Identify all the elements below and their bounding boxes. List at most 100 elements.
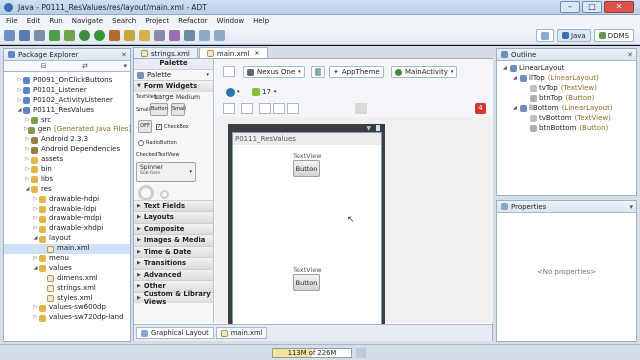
tree-item[interactable]: ▷ gen [Generated Java Files] — [4, 125, 131, 135]
menu-help[interactable]: Help — [253, 17, 269, 25]
new-icon[interactable] — [4, 30, 15, 41]
debug-icon[interactable] — [79, 30, 90, 41]
tvTop[interactable]: TextView — [293, 152, 322, 160]
palette-category-advanced[interactable]: ▶ Advanced — [134, 268, 213, 280]
collapsed-arrow-icon[interactable]: ▷ — [32, 303, 39, 313]
tree-item[interactable]: ▷ drawable-hdpi — [4, 195, 130, 205]
perspective-java[interactable]: Java — [556, 29, 591, 42]
tree-item[interactable]: ▷ Android 2.3.3 — [4, 135, 130, 145]
minimize-button[interactable]: – — [560, 1, 580, 13]
tree-item[interactable]: strings.xml — [4, 284, 130, 294]
collapsed-arrow-icon[interactable]: ▷ — [32, 214, 39, 224]
menu-navigate[interactable]: Navigate — [72, 17, 103, 25]
menu-run[interactable]: Run — [49, 17, 62, 25]
outline-item[interactable]: tvBottom (TextView) — [497, 113, 636, 123]
tvBottom[interactable]: TextView — [293, 266, 322, 274]
orientation-button[interactable] — [311, 66, 325, 78]
zoom-fit-icon[interactable] — [241, 103, 253, 114]
outline-item[interactable]: ◢ llBottom (LinearLayout) — [497, 103, 636, 113]
collapsed-arrow-icon[interactable]: ▷ — [24, 135, 31, 145]
collapsed-arrow-icon[interactable]: ▷ — [16, 96, 23, 106]
device-selector[interactable]: Nexus One ▾ — [243, 66, 305, 78]
btnBottom[interactable]: Button — [293, 274, 320, 291]
layout-actions-icon[interactable] — [223, 103, 235, 114]
tree-item[interactable]: ▷ src — [4, 116, 130, 126]
locale-selector[interactable]: ▾ — [223, 86, 243, 98]
tree-item[interactable]: ◢ P0111_ResValues — [4, 106, 130, 116]
garbage-collect-icon[interactable] — [356, 348, 366, 358]
expanded-arrow-icon[interactable]: ◢ — [32, 234, 39, 244]
palette-category-composite[interactable]: ▶ Composite — [134, 222, 213, 234]
external-tools-icon[interactable] — [109, 30, 120, 41]
heap-status[interactable]: 113M of 226M — [272, 348, 352, 358]
widget-radio-button[interactable]: RadioButton — [138, 139, 177, 146]
btnTop[interactable]: Button — [293, 160, 320, 177]
configuration-icon[interactable] — [223, 66, 235, 77]
tree-item[interactable]: ◢ layout — [4, 234, 130, 244]
widget-toggle-button[interactable]: OFF — [138, 119, 152, 133]
palette-category-custom-library-views[interactable]: ▶ Custom & Library Views — [134, 290, 213, 306]
outline-item[interactable]: btnTop (Button) — [497, 93, 636, 103]
tree-item[interactable]: ◢ values — [4, 264, 130, 274]
link-editor-icon[interactable]: ⇄ — [82, 62, 88, 70]
tree-item[interactable]: ▷ P0101_Listener — [4, 86, 130, 96]
widget-small-text[interactable]: Small — [136, 107, 150, 113]
collapsed-arrow-icon[interactable]: ▷ — [24, 175, 31, 185]
collapsed-arrow-icon[interactable]: ▷ — [16, 76, 23, 86]
back-icon[interactable] — [199, 30, 210, 41]
collapsed-arrow-icon[interactable]: ▷ — [24, 116, 31, 126]
zoom-real-icon[interactable] — [259, 103, 271, 114]
collapsed-arrow-icon[interactable]: ▷ — [32, 224, 39, 234]
widget-button[interactable]: Button — [150, 102, 168, 116]
collapsed-arrow-icon[interactable]: ▷ — [24, 145, 31, 155]
collapsed-arrow-icon[interactable]: ▷ — [32, 313, 39, 323]
tree-item[interactable]: dimens.xml — [4, 274, 130, 284]
expanded-arrow-icon[interactable]: ◢ — [24, 185, 31, 195]
search-icon[interactable] — [169, 30, 180, 41]
zoom-out-icon[interactable] — [287, 103, 299, 114]
palette-category-transitions[interactable]: ▶ Transitions — [134, 257, 213, 269]
maximize-button[interactable]: □ — [582, 1, 602, 13]
widget-spinner[interactable]: Spinner Sub Item ▾ — [136, 161, 196, 182]
menu-refactor[interactable]: Refactor — [178, 17, 207, 25]
run-icon[interactable] — [94, 30, 105, 41]
tree-item[interactable]: ▷ libs — [4, 175, 130, 185]
tree-item[interactable]: ▷ bin — [4, 165, 130, 175]
view-menu-icon[interactable]: ▾ — [123, 62, 127, 70]
widget-checked-textview[interactable]: CheckedTextView — [136, 152, 179, 158]
forward-icon[interactable] — [214, 30, 225, 41]
widget-medium-text[interactable]: Medium — [176, 94, 200, 101]
palette-category-images-media[interactable]: ▶ Images & Media — [134, 234, 213, 246]
activity-selector[interactable]: MainActivity ▾ — [391, 66, 458, 78]
palette-category-layouts[interactable]: ▶ Layouts — [134, 211, 213, 223]
expanded-arrow-icon[interactable]: ◢ — [513, 75, 520, 81]
annotation-icon[interactable] — [184, 30, 195, 41]
tree-item[interactable]: ▷ drawable-xhdpi — [4, 224, 130, 234]
outline-item[interactable]: btnBottom (Button) — [497, 123, 636, 133]
close-tab-icon[interactable]: ✕ — [255, 50, 260, 57]
open-perspective-button[interactable] — [535, 29, 554, 42]
palette-menu-icon[interactable]: ▾ — [206, 72, 209, 78]
lint-warnings-icon[interactable]: 4 — [475, 103, 486, 114]
perspective-ddms[interactable]: DDMS — [593, 29, 634, 42]
zoom-in-icon[interactable] — [273, 103, 285, 114]
collapsed-arrow-icon[interactable]: ▷ — [24, 155, 31, 165]
close-view-icon[interactable]: ✕ — [121, 51, 127, 59]
new-package-icon[interactable] — [124, 30, 135, 41]
palette-category-form-widgets[interactable]: ▼ Form Widgets — [134, 80, 213, 92]
refresh-icon[interactable] — [355, 103, 367, 114]
close-button[interactable]: ✕ — [604, 1, 634, 13]
menu-file[interactable]: File — [6, 17, 18, 25]
print-icon[interactable] — [34, 30, 45, 41]
expanded-arrow-icon[interactable]: ◢ — [16, 106, 23, 116]
collapsed-arrow-icon[interactable]: ▷ — [32, 205, 39, 215]
expanded-arrow-icon[interactable]: ◢ — [32, 264, 39, 274]
tree-item[interactable]: ▷ Android Dependencies — [4, 145, 130, 155]
expanded-arrow-icon[interactable]: ◢ — [503, 65, 510, 71]
palette-category-text-fields[interactable]: ▶ Text Fields — [134, 199, 213, 211]
collapsed-arrow-icon[interactable]: ▷ — [24, 165, 31, 175]
tree-item[interactable]: styles.xml — [4, 294, 130, 304]
tree-item[interactable]: ▷ assets — [4, 155, 130, 165]
tab-graphical-layout[interactable]: Graphical Layout — [136, 327, 214, 339]
theme-selector[interactable]: ✦ AppTheme — [329, 66, 384, 78]
